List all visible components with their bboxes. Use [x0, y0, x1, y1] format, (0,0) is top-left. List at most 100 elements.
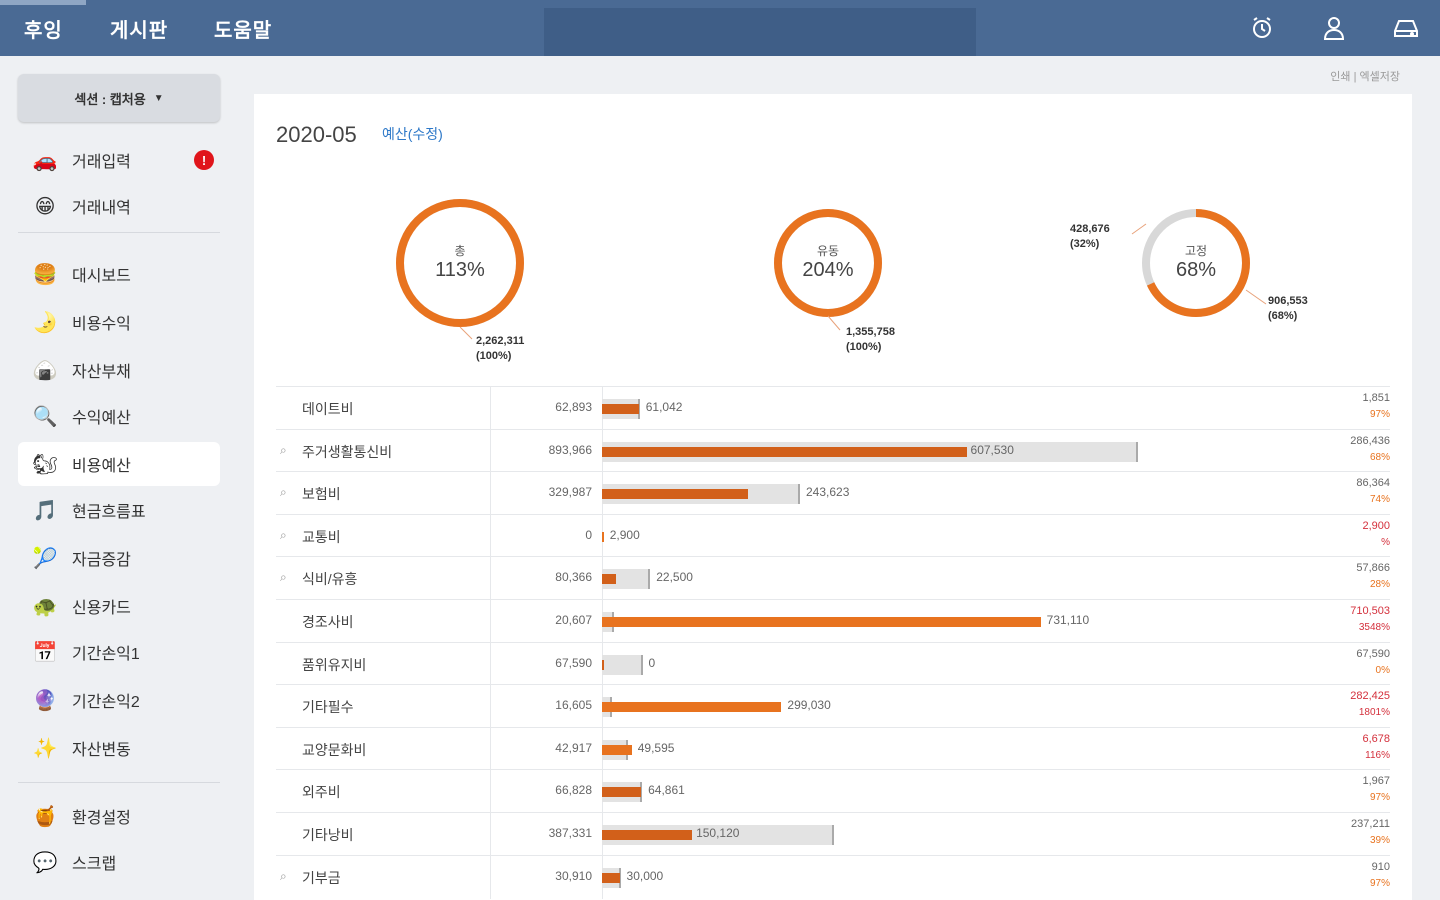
remaining-amount: 86,364	[1356, 477, 1390, 490]
hdd-icon[interactable]	[1392, 14, 1420, 42]
sidebar-item-12[interactable]: 🔮 기간손익2	[18, 678, 220, 722]
pin-icon[interactable]: ⌕	[280, 443, 287, 458]
donut-fixed-rest: 428,676 (32%)	[1070, 222, 1110, 252]
budget-row[interactable]: 품위유지비 67,590 0 67,590 0%	[276, 641, 1390, 686]
donut-total-amount-pct: (100%)	[476, 350, 512, 362]
usage-percent: 39%	[1369, 835, 1390, 846]
actual-bar	[602, 872, 620, 883]
donut-fixed-amount: 906,553	[1268, 295, 1308, 307]
user-icon[interactable]	[1320, 14, 1348, 42]
remaining-amount: 710,503	[1350, 605, 1390, 617]
donut-fixed-rest-pct: (32%)	[1070, 238, 1100, 250]
sidebar-item-icon: 🎵	[32, 499, 58, 522]
actual-amount: 150,120	[696, 826, 740, 840]
active-tab-indicator	[0, 0, 86, 5]
sidebar-item-label: 현금흐름표	[72, 504, 146, 521]
sidebar-item-label: 거래내역	[72, 200, 131, 217]
sidebar-item-label: 기간손익2	[72, 694, 140, 711]
sidebar-item-icon: 🍯	[32, 805, 58, 828]
donut-leader-line	[827, 315, 841, 331]
donut-fixed-value: 906,553 (68%)	[1268, 294, 1308, 324]
donut-variable-amount-pct: (100%)	[846, 341, 882, 353]
sidebar-item-8[interactable]: 🎵 현금흐름표	[18, 488, 220, 532]
budget-row[interactable]: ⌕ 기부금 30,910 30,000 910 97%	[276, 854, 1390, 899]
sidebar-item-label: 자산부채	[72, 364, 131, 381]
sidebar-item-label: 자산변동	[72, 742, 131, 759]
print-link[interactable]: 인쇄	[1330, 71, 1350, 83]
remaining-amount: 910	[1371, 860, 1390, 873]
sidebar-item-5[interactable]: 🍙 자산부채	[18, 348, 220, 392]
budget-amount: 42,917	[555, 740, 592, 755]
actual-bar	[602, 489, 749, 500]
sidebar-item-label: 자금증감	[72, 552, 131, 569]
category-name: 교통비	[302, 528, 341, 545]
excel-link[interactable]: 엑셀저장	[1360, 71, 1400, 83]
nav-help[interactable]: 도움말	[214, 14, 272, 43]
actual-amount: 0	[648, 655, 656, 670]
sidebar-item-icon: 📅	[32, 641, 58, 664]
budget-row[interactable]: ⌕ 식비/유흥 80,366 22,500 57,866 28%	[276, 556, 1390, 601]
usage-percent: 97%	[1369, 877, 1390, 889]
actual-bar	[602, 531, 604, 542]
donut-fixed-center: 고정 68%	[1136, 242, 1256, 282]
sidebar-item-label: 스크랩	[72, 856, 117, 873]
sidebar-item-icon: 🎾	[32, 547, 58, 570]
top-search-area[interactable]	[544, 8, 976, 56]
budget-row[interactable]: ⌕ 보험비 329,987 243,623 86,364 74%	[276, 471, 1390, 516]
pin-icon[interactable]: ⌕	[280, 570, 287, 585]
budget-amount: 66,828	[555, 783, 592, 798]
actual-amount: 2,900	[609, 527, 640, 542]
budget-row[interactable]: 외주비 66,828 64,861 1,967 97%	[276, 769, 1390, 814]
sidebar-item-11[interactable]: 📅 기간손익1	[18, 630, 220, 674]
category-name: 품위유지비	[302, 656, 367, 673]
budget-row[interactable]: 데이트비 62,893 61,042 1,851 97%	[276, 386, 1390, 430]
nav-home[interactable]: 후잉	[24, 14, 63, 43]
actual-amount: 30,000	[626, 868, 664, 883]
sidebar-item-3[interactable]: 🍔 대시보드	[18, 252, 220, 296]
sidebar-item-label: 거래입력	[72, 154, 131, 171]
budget-row[interactable]: ⌕ 교통비 0 2,900 2,900%	[276, 513, 1390, 558]
donut-leader-line	[459, 326, 473, 340]
donut-total-value: 2,262,311 (100%)	[476, 334, 524, 364]
actual-amount: 64,861	[648, 783, 685, 798]
remaining-amount: 286,436	[1350, 434, 1390, 447]
sidebar-item-15[interactable]: 💬 스크랩	[18, 840, 220, 884]
nav-board[interactable]: 게시판	[110, 14, 168, 43]
budget-amount: 62,893	[555, 400, 592, 414]
budget-row[interactable]: 교양문화비 42,917 49,595 6,678 116%	[276, 726, 1390, 771]
donut-variable-center: 유동 204%	[768, 242, 888, 282]
actual-bar	[602, 574, 616, 585]
donut-leader-line	[1131, 223, 1147, 235]
sidebar-item-icon: 🔮	[32, 689, 58, 712]
sidebar-item-icon: 🐿	[32, 453, 58, 476]
sidebar-item-1[interactable]: 🚗 거래입력!	[18, 138, 220, 182]
section-selector[interactable]: 섹션 : 캡처용 ▼	[18, 74, 220, 122]
budget-row[interactable]: 기타필수 16,605 299,030 282,425 1801%	[276, 684, 1390, 729]
sidebar-item-14[interactable]: 🍯 환경설정	[18, 794, 220, 838]
budget-row[interactable]: 기타낭비 387,331 150,120 237,211 39%	[276, 812, 1390, 856]
sidebar-item-4[interactable]: 🌛 비용수익	[18, 300, 220, 344]
sidebar-item-label: 수익예산	[72, 410, 131, 427]
pin-icon[interactable]: ⌕	[280, 869, 287, 884]
budget-bar	[602, 654, 643, 675]
pin-icon[interactable]: ⌕	[280, 528, 287, 543]
sidebar-item-13[interactable]: ✨ 자산변동	[18, 726, 220, 770]
sidebar-item-2[interactable]: 😁 거래내역	[18, 184, 220, 228]
sidebar-item-6[interactable]: 🔍 수익예산	[18, 394, 220, 438]
usage-percent: 97%	[1369, 409, 1390, 420]
budget-row[interactable]: ⌕ 주거생활통신비 893,966 607,530 286,436 68%	[276, 428, 1390, 473]
budget-row[interactable]: 경조사비 20,607 731,110 710,503 3548%	[276, 599, 1390, 643]
sidebar-item-label: 기간손익1	[72, 646, 140, 663]
sidebar-item-9[interactable]: 🎾 자금증감	[18, 536, 220, 580]
category-name: 경조사비	[302, 614, 354, 630]
budget-amount: 387,331	[548, 826, 592, 840]
actual-bar	[602, 617, 1041, 627]
alarm-icon[interactable]	[1248, 14, 1276, 42]
actual-amount: 22,500	[656, 570, 693, 585]
usage-percent: 97%	[1369, 792, 1390, 804]
pin-icon[interactable]: ⌕	[280, 485, 287, 500]
sidebar-item-7[interactable]: 🐿 비용예산	[18, 442, 220, 486]
sidebar-item-10[interactable]: 🐢 신용카드	[18, 584, 220, 628]
actual-bar	[602, 744, 632, 755]
budget-amount: 0	[585, 527, 592, 542]
